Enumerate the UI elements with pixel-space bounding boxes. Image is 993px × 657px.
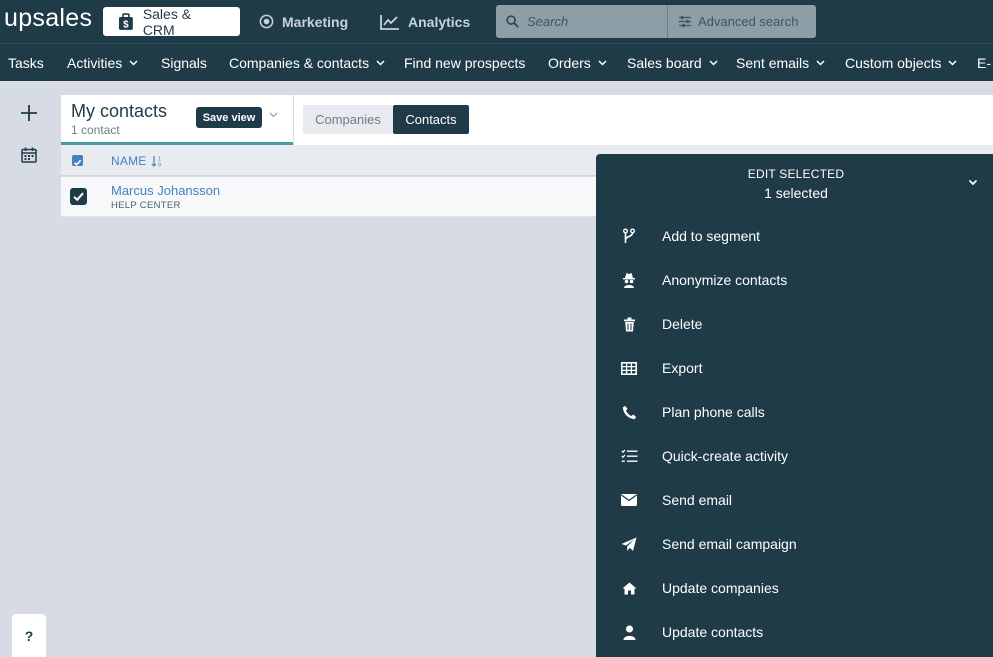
search-icon (506, 15, 519, 28)
action-send-email-campaign[interactable]: Send email campaign (596, 529, 993, 559)
user-icon (620, 624, 638, 640)
app-marketing-label: Marketing (282, 13, 349, 30)
action-label: Send email (662, 492, 733, 508)
nav-label: Custom objects (845, 55, 942, 71)
chevron-down-icon (816, 60, 825, 66)
nav-label: Sent emails (736, 55, 810, 71)
action-label: Update companies (662, 580, 779, 596)
home-icon (620, 580, 638, 596)
action-label: Plan phone calls (662, 404, 765, 420)
app-analytics-label: Analytics (408, 13, 471, 30)
advanced-search-label: Advanced search (698, 14, 799, 29)
action-quick-create-activity[interactable]: Quick-create activity (596, 441, 993, 471)
advanced-search-button[interactable]: Advanced search (667, 5, 816, 38)
nav-label: Companies & contacts (229, 55, 370, 71)
contact-name-link[interactable]: Marcus Johansson (111, 183, 220, 198)
nav-label: Orders (548, 55, 591, 71)
entity-tabs: Companies Contacts (294, 95, 993, 145)
save-view-button[interactable]: Save view (196, 107, 262, 128)
nav-label: E- (977, 55, 991, 71)
contact-company-link[interactable]: HELP CENTER (111, 200, 181, 211)
app-sales-crm-button[interactable]: $ Sales & CRM (103, 5, 240, 38)
action-label: Anonymize contacts (662, 272, 788, 288)
sort-ascending-icon: 19 (152, 156, 161, 168)
nav-label: Signals (161, 55, 207, 71)
collapse-panel-chevron-icon[interactable] (968, 179, 978, 186)
row-checkbox[interactable] (70, 188, 87, 205)
chevron-down-icon (376, 60, 385, 66)
nav-item-sent-emails[interactable]: Sent emails (736, 55, 825, 71)
action-delete[interactable]: Delete (596, 309, 993, 339)
envelope-icon (620, 492, 638, 508)
calendar-icon[interactable] (21, 147, 37, 168)
action-label: Delete (662, 316, 703, 332)
action-label: Add to segment (662, 228, 761, 244)
action-export[interactable]: Export (596, 353, 993, 383)
app-analytics-button[interactable]: Analytics (380, 7, 470, 36)
checklist-icon (620, 448, 638, 464)
view-options-chevron-icon[interactable] (269, 112, 278, 118)
target-icon (259, 14, 274, 29)
upsales-logo[interactable]: upsales (4, 4, 92, 33)
nav-label: Sales board (627, 55, 702, 71)
tab-contacts[interactable]: Contacts (393, 105, 469, 134)
sliders-icon (679, 15, 691, 28)
view-selector: My contacts 1 contact Save view (61, 95, 293, 145)
action-label: Quick-create activity (662, 448, 789, 464)
nav-item-find-prospects[interactable]: Find new prospects (404, 55, 525, 71)
chevron-down-icon (598, 60, 607, 66)
svg-text:9: 9 (158, 163, 161, 168)
edit-selected-panel: EDIT SELECTED 1 selected Add to segment … (596, 154, 993, 657)
chevron-down-icon (709, 60, 718, 66)
nav-label: Find new prospects (404, 55, 526, 71)
action-add-to-segment[interactable]: Add to segment (596, 221, 993, 251)
panel-selected-count: 1 selected (764, 185, 828, 201)
action-anonymize-contacts[interactable]: Anonymize contacts (596, 265, 993, 295)
nav-item-sales-board[interactable]: Sales board (627, 55, 718, 71)
chevron-down-icon (948, 60, 958, 66)
segment-branch-icon (620, 228, 638, 244)
svg-text:$: $ (123, 19, 129, 30)
app-marketing-button[interactable]: Marketing (259, 7, 348, 36)
nav-item-tasks[interactable]: Tasks (8, 55, 44, 71)
sales-bag-icon: $ (118, 12, 133, 30)
help-button[interactable]: ? (12, 614, 46, 657)
trash-icon (620, 316, 638, 332)
spy-icon (620, 272, 638, 288)
panel-title: EDIT SELECTED (747, 167, 845, 181)
name-column-header[interactable]: NAME 19 (111, 154, 163, 168)
nav-item-activities[interactable]: Activities (67, 55, 138, 71)
add-icon[interactable] (20, 104, 38, 127)
phone-icon (620, 404, 638, 420)
name-header-label: NAME (111, 154, 147, 168)
action-send-email[interactable]: Send email (596, 485, 993, 515)
action-plan-phone-calls[interactable]: Plan phone calls (596, 397, 993, 427)
nav-item-custom-objects[interactable]: Custom objects (845, 55, 958, 71)
nav-label: Activities (67, 55, 123, 71)
action-label: Export (662, 360, 703, 376)
chevron-down-icon (129, 60, 138, 66)
app-sales-crm-label: Sales & CRM (142, 5, 192, 38)
select-all-checkbox[interactable] (72, 155, 83, 166)
action-update-companies[interactable]: Update companies (596, 573, 993, 603)
chart-line-icon (380, 14, 399, 30)
nav-item-e[interactable]: E- (977, 55, 991, 71)
nav-label: Tasks (8, 55, 44, 71)
table-icon (620, 360, 638, 376)
top-bar: upsales $ Sales & CRM Marketing Analytic… (0, 0, 993, 43)
view-count: 1 contact (71, 123, 120, 137)
action-label: Update contacts (662, 624, 764, 640)
search-placeholder: Search (527, 14, 569, 29)
view-title[interactable]: My contacts (71, 101, 167, 122)
tab-companies[interactable]: Companies (303, 105, 393, 134)
main-nav: Tasks Activities Signals Companies & con… (0, 43, 993, 81)
nav-item-orders[interactable]: Orders (548, 55, 607, 71)
action-update-contacts[interactable]: Update contacts (596, 617, 993, 647)
search-input[interactable]: Search (496, 5, 667, 38)
nav-item-companies-contacts[interactable]: Companies & contacts (229, 55, 385, 71)
paper-plane-icon (620, 536, 638, 552)
nav-item-signals[interactable]: Signals (161, 55, 207, 71)
action-label: Send email campaign (662, 536, 797, 552)
